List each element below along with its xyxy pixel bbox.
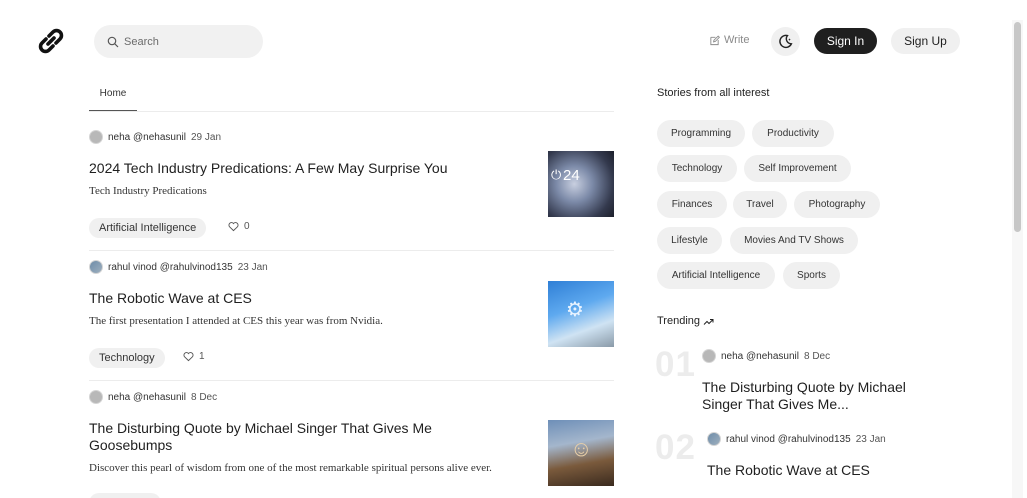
scrollbar-thumb[interactable]: [1014, 22, 1021, 232]
stories-heading: Stories from all interest: [657, 87, 770, 99]
post-title[interactable]: 2024 Tech Industry Predications: A Few M…: [89, 160, 489, 177]
author-name[interactable]: neha @nehasunil: [108, 132, 186, 143]
author-name[interactable]: rahul vinod @rahulvinod135: [726, 434, 851, 445]
post-thumbnail[interactable]: ☺: [548, 420, 614, 486]
post-tag[interactable]: Technology: [89, 348, 165, 368]
interest-chip-productivity[interactable]: Productivity: [752, 120, 834, 147]
logo-link-icon[interactable]: [37, 27, 65, 55]
feed-tabs: Home: [89, 87, 614, 112]
trending-number: 02: [655, 428, 696, 467]
sign-in-button[interactable]: Sign In: [814, 28, 877, 54]
interest-chip-photography[interactable]: Photography: [794, 191, 880, 218]
post-title[interactable]: The Robotic Wave at CES: [89, 290, 489, 307]
write-button[interactable]: Write: [709, 34, 749, 46]
trending-number: 01: [655, 345, 696, 384]
sign-up-button[interactable]: Sign Up: [891, 28, 960, 54]
interest-chip-travel[interactable]: Travel: [733, 191, 787, 218]
interest-chip-sports[interactable]: Sports: [783, 262, 840, 289]
post-card[interactable]: neha @nehasunil 29 Jan 2024 Tech Industr…: [89, 129, 614, 251]
interest-chip-artificial-intelligence[interactable]: Artificial Intelligence: [657, 262, 775, 289]
post-date: 8 Dec: [191, 391, 218, 403]
interest-chip-finances[interactable]: Finances: [657, 191, 727, 218]
trending-title[interactable]: The Robotic Wave at CES: [707, 462, 917, 479]
interest-chip-movies-and-tv-shows[interactable]: Movies And TV Shows: [730, 227, 858, 254]
like-button[interactable]: 0: [228, 221, 250, 232]
post-thumbnail[interactable]: ⚙: [548, 281, 614, 347]
heart-icon: [228, 222, 239, 232]
post-thumbnail[interactable]: 24 ⏻: [548, 151, 614, 217]
post-date: 23 Jan: [237, 261, 268, 273]
trending-label: Trending: [657, 315, 701, 327]
post-date: 8 Dec: [804, 350, 831, 362]
post-tag[interactable]: [89, 493, 161, 498]
theme-toggle-button[interactable]: [771, 27, 800, 56]
interest-chip-self-improvement[interactable]: Self Improvement: [744, 155, 851, 182]
edit-icon: [710, 34, 720, 45]
moon-icon: [779, 34, 793, 49]
author-name[interactable]: neha @nehasunil: [108, 392, 186, 403]
avatar: [702, 349, 716, 363]
interest-chip-technology[interactable]: Technology: [657, 155, 737, 182]
trending-meta: rahul vinod @rahulvinod135 23 Jan: [707, 432, 886, 446]
heart-icon: [183, 352, 194, 362]
like-count: 1: [199, 351, 205, 362]
post-card[interactable]: neha @nehasunil 8 Dec The Disturbing Quo…: [89, 389, 614, 498]
search-bar[interactable]: [94, 25, 263, 58]
search-icon: [107, 36, 119, 47]
interest-chip-lifestyle[interactable]: Lifestyle: [657, 227, 722, 254]
trending-heading: Trending: [657, 315, 714, 327]
trending-up-icon: [703, 318, 714, 325]
avatar: [89, 130, 103, 144]
post-meta: neha @nehasunil 8 Dec: [89, 390, 217, 404]
post-tag[interactable]: Artificial Intelligence: [89, 218, 207, 238]
post-date: 29 Jan: [191, 131, 222, 143]
trending-meta: neha @nehasunil 8 Dec: [702, 349, 830, 363]
post-description: The first presentation I attended at CES…: [89, 315, 383, 327]
page: Write Sign In Sign Up Home neha @nehasun…: [0, 0, 1027, 498]
post-date: 23 Jan: [855, 433, 886, 445]
post-title[interactable]: The Disturbing Quote by Michael Singer T…: [89, 420, 469, 454]
write-label: Write: [724, 34, 750, 46]
like-count: 0: [244, 221, 250, 232]
post-meta: neha @nehasunil 29 Jan: [89, 130, 221, 144]
post-description: Discover this pearl of wisdom from one o…: [89, 462, 492, 474]
tab-home[interactable]: Home: [89, 87, 137, 111]
author-name[interactable]: neha @nehasunil: [721, 351, 799, 362]
author-name[interactable]: rahul vinod @rahulvinod135: [108, 262, 233, 273]
trending-title[interactable]: The Disturbing Quote by Michael Singer T…: [702, 379, 912, 413]
thumbnail-text: 24: [563, 167, 580, 184]
post-meta: rahul vinod @rahulvinod135 23 Jan: [89, 260, 268, 274]
post-card[interactable]: rahul vinod @rahulvinod135 23 Jan The Ro…: [89, 259, 614, 381]
post-description: Tech Industry Predications: [89, 185, 207, 197]
interest-chip-programming[interactable]: Programming: [657, 120, 745, 147]
robot-icon: ⚙: [566, 299, 584, 321]
avatar: [89, 260, 103, 274]
avatar: [707, 432, 721, 446]
like-button[interactable]: 1: [183, 351, 205, 362]
power-icon: ⏻: [551, 167, 562, 182]
person-icon: ☺: [570, 436, 593, 461]
search-input[interactable]: [124, 35, 244, 48]
avatar: [89, 390, 103, 404]
